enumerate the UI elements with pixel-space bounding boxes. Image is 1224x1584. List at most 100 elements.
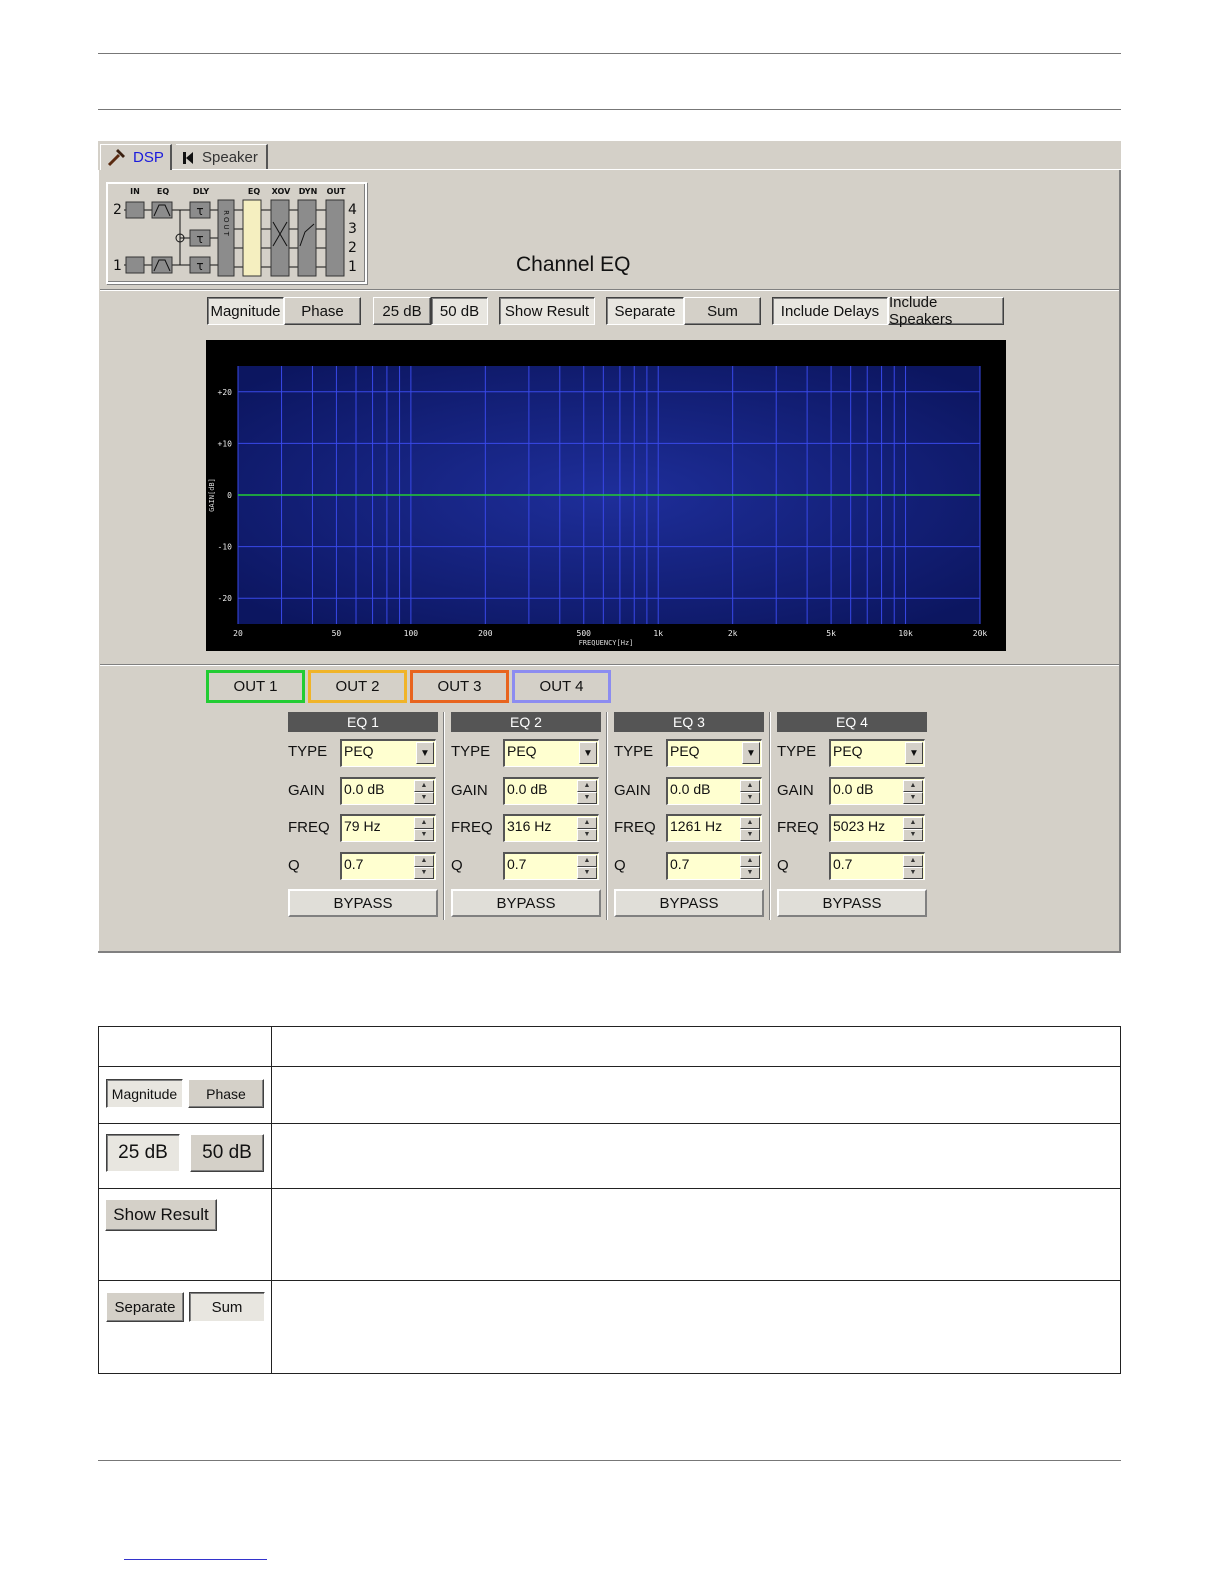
freq-spinner[interactable]: ▲ ▼ (903, 817, 923, 841)
spin-up-icon[interactable]: ▲ (740, 780, 760, 792)
spin-up-icon[interactable]: ▲ (903, 855, 923, 867)
sum-button[interactable]: Sum (684, 297, 761, 325)
type-select[interactable]: PEQ ▼ (503, 739, 599, 767)
routing-xover[interactable] (270, 199, 290, 277)
type-select[interactable]: PEQ ▼ (829, 739, 925, 767)
page-title: Channel EQ (516, 253, 631, 276)
freq-spinner[interactable]: ▲ ▼ (577, 817, 597, 841)
freq-spinner[interactable]: ▲ ▼ (414, 817, 434, 841)
gain-input[interactable]: 0.0 dB ▲ ▼ (503, 777, 599, 805)
out-2-button[interactable]: OUT 2 (308, 670, 407, 703)
spin-down-icon[interactable]: ▼ (577, 792, 597, 804)
phase-button[interactable]: Phase (284, 297, 361, 325)
q-label: Q (777, 857, 789, 874)
routing-output-block[interactable] (325, 199, 345, 277)
eq-band-4: EQ 4 TYPE PEQ ▼ GAIN 0.0 dB ▲ ▼ FREQ 5023 H… (777, 712, 927, 920)
freq-input[interactable]: 5023 Hz ▲ ▼ (829, 814, 925, 842)
show-result-button[interactable]: Show Result (499, 297, 595, 325)
q-input[interactable]: 0.7 ▲ ▼ (503, 852, 599, 880)
routing-eq-selected[interactable] (242, 199, 262, 277)
db25-button[interactable]: 25 dB (373, 297, 431, 325)
table-cell-description (271, 1188, 1121, 1281)
footer-link-underline[interactable] (124, 1559, 267, 1560)
routing-dynamics[interactable] (297, 199, 317, 277)
routing-in-1[interactable] (125, 256, 145, 274)
routing-in-2[interactable] (125, 201, 145, 219)
spin-down-icon[interactable]: ▼ (903, 792, 923, 804)
q-spinner[interactable]: ▲ ▼ (577, 855, 597, 879)
frequency-response-graph[interactable]: +20 +10 0 -10 -20 20 50 100 200 500 1k 2k 5k 10k 20k … (206, 340, 1006, 651)
spin-down-icon[interactable]: ▼ (577, 829, 597, 841)
type-select[interactable]: PEQ ▼ (666, 739, 762, 767)
eq-band-2: EQ 2 TYPE PEQ ▼ GAIN 0.0 dB ▲ ▼ FREQ 316 Hz… (451, 712, 601, 920)
signal-routing-diagram[interactable]: IN EQ DLY EQ XOV DYN OUT 2 1 4 3 2 1 τ τ… (106, 182, 367, 284)
gain-label: GAIN (451, 782, 488, 799)
routing-eq-in-1[interactable] (151, 256, 173, 274)
tab-dsp[interactable]: DSP (100, 144, 172, 170)
spin-down-icon[interactable]: ▼ (903, 867, 923, 879)
spin-down-icon[interactable]: ▼ (740, 792, 760, 804)
include-speakers-button[interactable]: Include Speakers (888, 294, 1004, 328)
q-spinner[interactable]: ▲ ▼ (414, 855, 434, 879)
gain-spinner[interactable]: ▲ ▼ (577, 780, 597, 804)
dropdown-arrow-icon[interactable]: ▼ (579, 742, 597, 764)
bypass-button[interactable]: BYPASS (451, 889, 601, 917)
type-select[interactable]: PEQ ▼ (340, 739, 436, 767)
dropdown-arrow-icon[interactable]: ▼ (905, 742, 923, 764)
spin-up-icon[interactable]: ▲ (414, 817, 434, 829)
dropdown-arrow-icon[interactable]: ▼ (742, 742, 760, 764)
tab-speaker[interactable]: Speaker (176, 144, 268, 170)
include-delays-button[interactable]: Include Delays (772, 297, 888, 325)
spin-up-icon[interactable]: ▲ (577, 817, 597, 829)
spin-down-icon[interactable]: ▼ (740, 867, 760, 879)
gain-input[interactable]: 0.0 dB ▲ ▼ (666, 777, 762, 805)
bypass-button[interactable]: BYPASS (288, 889, 438, 917)
routing-eq-in-2[interactable] (151, 201, 173, 219)
q-spinner[interactable]: ▲ ▼ (903, 855, 923, 879)
gain-spinner[interactable]: ▲ ▼ (903, 780, 923, 804)
spin-up-icon[interactable]: ▲ (740, 817, 760, 829)
spin-up-icon[interactable]: ▲ (577, 780, 597, 792)
q-input[interactable]: 0.7 ▲ ▼ (340, 852, 436, 880)
separate-button[interactable]: Separate (606, 297, 684, 325)
q-spinner[interactable]: ▲ ▼ (740, 855, 760, 879)
routing-output-2: 2 (348, 240, 357, 256)
gain-spinner[interactable]: ▲ ▼ (740, 780, 760, 804)
spin-down-icon[interactable]: ▼ (577, 867, 597, 879)
spin-up-icon[interactable]: ▲ (903, 817, 923, 829)
magnitude-button[interactable]: Magnitude (207, 297, 284, 325)
spin-down-icon[interactable]: ▼ (740, 829, 760, 841)
out-4-button[interactable]: OUT 4 (512, 670, 611, 703)
gain-spinner[interactable]: ▲ ▼ (414, 780, 434, 804)
freq-input[interactable]: 1261 Hz ▲ ▼ (666, 814, 762, 842)
db50-button[interactable]: 50 dB (431, 297, 488, 325)
freq-input[interactable]: 79 Hz ▲ ▼ (340, 814, 436, 842)
out-3-button[interactable]: OUT 3 (410, 670, 509, 703)
spin-up-icon[interactable]: ▲ (414, 780, 434, 792)
q-input[interactable]: 0.7 ▲ ▼ (666, 852, 762, 880)
y-tick-label: +20 (218, 388, 233, 397)
x-tick-label: 200 (478, 629, 493, 638)
freq-spinner[interactable]: ▲ ▼ (740, 817, 760, 841)
spin-down-icon[interactable]: ▼ (414, 829, 434, 841)
freq-input[interactable]: 316 Hz ▲ ▼ (503, 814, 599, 842)
out-1-button[interactable]: OUT 1 (206, 670, 305, 703)
dropdown-arrow-icon[interactable]: ▼ (416, 742, 434, 764)
spin-up-icon[interactable]: ▲ (740, 855, 760, 867)
spin-down-icon[interactable]: ▼ (414, 867, 434, 879)
table-row: 25 dB 50 dB (98, 1123, 1121, 1189)
spin-up-icon[interactable]: ▲ (414, 855, 434, 867)
eq-divider (443, 712, 445, 920)
spin-up-icon[interactable]: ▲ (903, 780, 923, 792)
y-tick-label: +10 (218, 439, 233, 448)
gain-input[interactable]: 0.0 dB ▲ ▼ (340, 777, 436, 805)
q-value: 0.7 (833, 856, 853, 872)
gain-input[interactable]: 0.0 dB ▲ ▼ (829, 777, 925, 805)
spin-down-icon[interactable]: ▼ (903, 829, 923, 841)
bypass-button[interactable]: BYPASS (777, 889, 927, 917)
bypass-button[interactable]: BYPASS (614, 889, 764, 917)
spin-down-icon[interactable]: ▼ (414, 792, 434, 804)
q-input[interactable]: 0.7 ▲ ▼ (829, 852, 925, 880)
spin-up-icon[interactable]: ▲ (577, 855, 597, 867)
dsp-window: DSP Speaker IN EQ DLY EQ XOV DYN OUT 2 1… (98, 141, 1121, 953)
